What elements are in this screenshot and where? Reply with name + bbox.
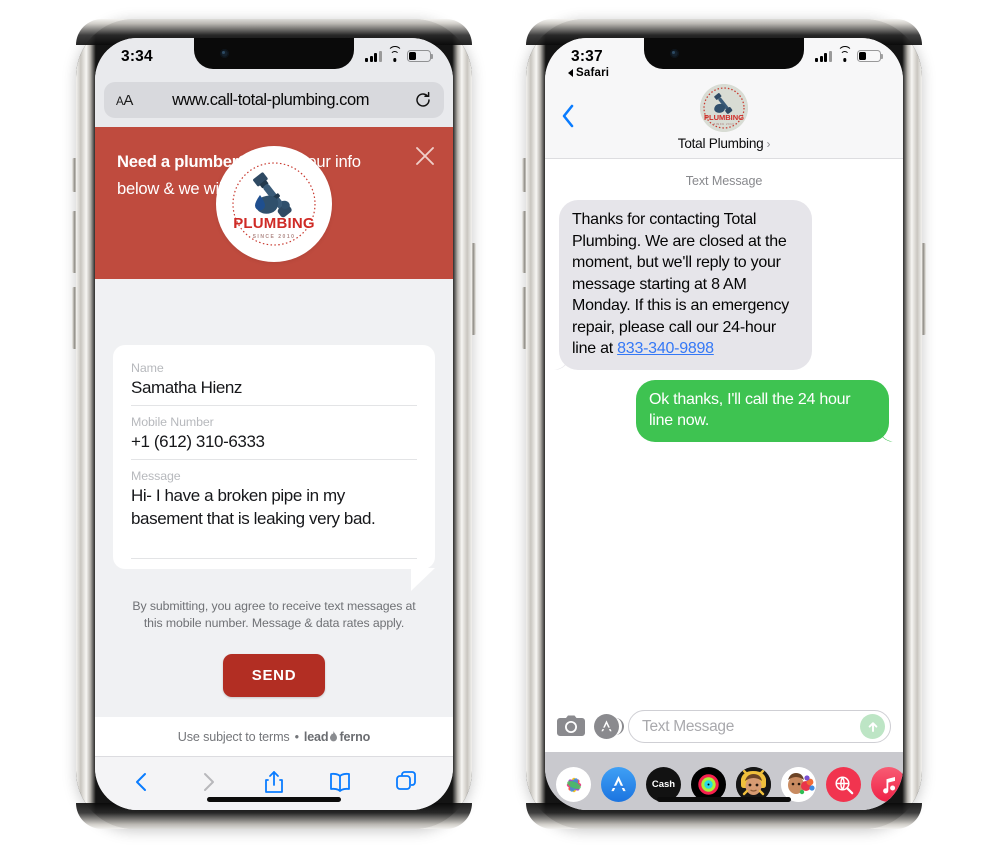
silent-switch[interactable] [72,158,76,192]
photos-app-icon[interactable] [556,767,591,802]
contact-block[interactable]: PLUMBING SINCE 2010 Total Plumbing › [545,84,903,151]
status-left: 3:34 [121,47,153,66]
notch-right [644,38,804,69]
power-button-right[interactable] [922,243,926,335]
silent-switch-right[interactable] [522,158,526,192]
chevron-right-icon: › [766,136,771,151]
field-name-value[interactable]: Samatha Hienz [131,376,417,399]
wifi-icon [387,45,402,62]
volume-up-button-right[interactable] [522,211,526,273]
message-input-placeholder: Text Message [642,717,735,735]
message-bubble-incoming[interactable]: Thanks for contacting Total Plumbing. We… [559,200,812,370]
book-icon[interactable] [327,769,353,795]
address-bar[interactable]: AA www.call-total-plumbing.com [104,82,444,118]
images-search-app-icon[interactable] [826,767,861,802]
app-store-app-icon[interactable] [601,767,636,802]
tabs-icon[interactable] [393,769,419,795]
messages-header: PLUMBING SINCE 2010 Total Plumbing › [545,82,903,159]
message-bubble-outgoing[interactable]: Ok thanks, I'll call the 24 hour line no… [636,379,889,442]
volume-down-button[interactable] [72,287,76,349]
plumbing-logo-icon: PLUMBING SINCE 2010 [226,156,322,252]
phone-left: 3:34 AA www.call-total-plumbing.com Need… [72,19,476,829]
terms-footer: Use subject to terms • lead ferno [95,717,453,756]
chevron-left-icon[interactable] [129,769,155,795]
flame-icon [329,731,338,743]
brand-right-text: ferno [339,730,371,744]
lead-form-card: Name Samatha Hienz Mobile Number +1 (612… [113,345,435,591]
svg-text:PLUMBING: PLUMBING [704,113,744,122]
triangle-left-icon [568,69,573,77]
status-right [365,45,434,62]
message-row-outgoing: Ok thanks, I'll call the 24 hour line no… [559,379,889,442]
field-mobile-label: Mobile Number [131,415,214,429]
power-button[interactable] [472,243,476,335]
contact-name: Total Plumbing [677,136,764,151]
contact-name-row[interactable]: Total Plumbing › [545,136,903,151]
back-button[interactable] [561,104,575,133]
send-arrow-icon[interactable] [860,714,885,739]
message-row-incoming: Thanks for contacting Total Plumbing. We… [559,200,889,370]
status-time: 3:34 [121,48,153,65]
home-indicator-right[interactable] [657,797,791,802]
safari-toolbar-top: AA www.call-total-plumbing.com [95,82,453,127]
share-icon[interactable] [261,769,287,795]
cellular-bars-icon [815,50,832,62]
message-composer: Text Message [545,702,903,752]
phone-number-link[interactable]: 833-340-9898 [617,340,714,357]
camera-icon[interactable] [557,715,585,739]
back-to-app-button[interactable]: Safari [568,67,609,79]
battery-icon [857,50,884,62]
reload-icon[interactable] [414,91,432,109]
terms-separator: • [294,730,299,744]
front-camera-icon [220,49,229,58]
home-indicator-left[interactable] [207,797,341,802]
close-icon[interactable] [414,145,436,167]
svg-text:PLUMBING: PLUMBING [233,215,315,232]
phone-left-screen: 3:34 AA www.call-total-plumbing.com Need… [95,38,453,810]
status-right-right [815,45,884,62]
phone-right-screen: 3:37 Safari PLUMBING SINCE 2010 Total Pl… [545,38,903,810]
send-button[interactable]: SEND [222,654,326,697]
brand-logo: PLUMBING SINCE 2010 [216,146,332,262]
notch [194,38,354,69]
music-app-icon[interactable] [871,767,903,802]
logo-circle: PLUMBING SINCE 2010 [216,146,332,262]
front-camera-icon [670,49,679,58]
apple-cash-label: Cash [651,779,676,790]
volume-down-button-right[interactable] [522,287,526,349]
field-message[interactable]: Message Hi- I have a broken pipe in my b… [131,469,417,559]
lead-form-area: Name Samatha Hienz Mobile Number +1 (612… [95,279,453,717]
message-input[interactable]: Text Message [628,710,891,743]
field-mobile-number[interactable]: Mobile Number +1 (612) 310-6333 [131,415,417,460]
message-text-incoming: Thanks for contacting Total Plumbing. We… [572,211,789,357]
send-button-wrap: SEND [113,654,435,697]
wifi-icon [837,45,852,62]
field-name-label: Name [131,361,164,375]
volume-up-button[interactable] [72,211,76,273]
status-time: 3:37 [571,48,603,65]
back-to-app-label: Safari [576,67,610,79]
svg-text:SINCE 2010: SINCE 2010 [714,123,735,126]
app-store-icon[interactable] [594,714,624,739]
thread-type-label: Text Message [685,174,763,188]
cellular-bars-icon [365,50,382,62]
leadferno-brand[interactable]: lead ferno [303,730,371,744]
form-disclaimer: By submitting, you agree to receive text… [132,599,416,630]
screenshot-stage: 3:34 AA www.call-total-plumbing.com Need… [0,0,1000,848]
brand-left-text: lead [303,730,329,744]
field-message-value[interactable]: Hi- I have a broken pipe in my basement … [131,484,417,552]
svg-text:SINCE 2010: SINCE 2010 [253,234,296,240]
message-thread: Text Message Thanks for contacting Total… [545,159,903,702]
battery-icon [407,50,434,62]
field-message-label: Message [131,469,181,483]
field-name[interactable]: Name Samatha Hienz [131,361,417,406]
url-text[interactable]: www.call-total-plumbing.com [127,91,414,110]
avatar[interactable]: PLUMBING SINCE 2010 [700,84,748,132]
terms-text[interactable]: Use subject to terms [178,730,290,744]
status-left-right: 3:37 Safari [568,47,609,79]
field-mobile-value[interactable]: +1 (612) 310-6333 [131,430,417,453]
phone-right: 3:37 Safari PLUMBING SINCE 2010 Total Pl… [522,19,926,829]
chevron-right-icon[interactable] [195,769,221,795]
message-text-outgoing: Ok thanks, I'll call the 24 hour line no… [649,390,851,430]
